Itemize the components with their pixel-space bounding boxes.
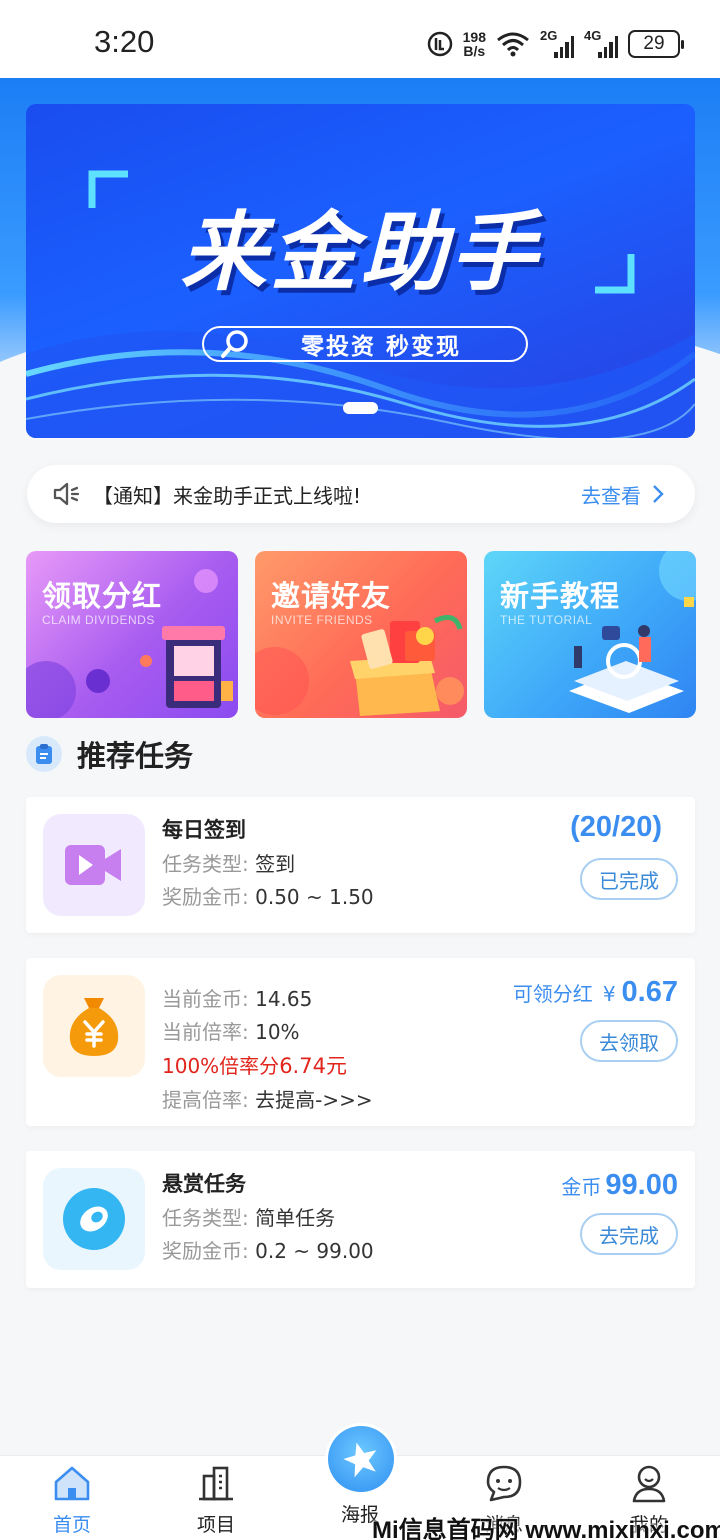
current-coins-value: 14.65 [255,987,313,1011]
banner-slogan-box: 零投资 秒变现 [202,326,528,362]
status-time: 3:20 [94,24,155,59]
current-rate-value: 10% [255,1020,300,1044]
current-rate-label: 当前倍率: [162,1020,249,1044]
speaker-icon [53,482,80,506]
task-name: 每日签到 [162,818,246,842]
carousel-indicator[interactable] [343,402,378,414]
tutorial-card[interactable]: 新手教程 THE TUTORIAL [484,551,696,718]
hero-banner[interactable]: 来金助手 零投资 秒变现 [26,104,695,438]
wifi-icon [497,32,529,57]
battery-icon: 29 [628,30,684,58]
notice-bar[interactable]: 【通知】来金助手正式上线啦! 去查看 [27,465,695,523]
bounty-coin-reward: 金币 99.00 [561,1169,678,1202]
tab-label: 项目 [196,1514,235,1536]
raise-rate-link[interactable]: 去提高->>> [255,1088,373,1112]
status-icons: 198 B/s 2G 4G 29 [427,24,684,64]
notice-view-link[interactable]: 去查看 [581,480,641,509]
task-icon [43,814,145,916]
daily-checkin-task-card[interactable]: 每日签到 任务类型: 签到 奖励金币: 0.50 ~ 1.50 (20/20) … [26,797,695,933]
chat-bubble-icon [486,1465,522,1502]
claimable-dividend-amount: 0.67 [621,976,678,1008]
task-reward-value: 0.2 ~ 99.00 [255,1239,374,1263]
claim-button[interactable]: 去领取 [580,1020,678,1062]
full-rate-promo: 100%倍率分6.74元 [162,1050,347,1080]
banner-title: 来金助手 [180,203,541,303]
signal-4g-icon: 4G [584,28,618,58]
tab-projects[interactable]: 项目 [171,1462,261,1537]
recommended-tasks-header: 推荐任务 [26,734,193,774]
banner-slogan: 零投资 秒变现 [300,334,461,360]
tab-label: 首页 [52,1514,91,1536]
task-reward-value: 0.50 ~ 1.50 [255,885,374,909]
completed-button[interactable]: 已完成 [580,858,678,900]
task-type-label: 任务类型: [162,852,249,876]
task-type-value: 简单任务 [255,1206,336,1230]
task-name: 悬赏任务 [162,1172,246,1196]
signal-2g-label: 2G [540,28,558,43]
dividend-task-card[interactable]: 当前金币: 14.65 当前倍率: 10% 100%倍率分6.74元 提高倍率:… [26,958,695,1126]
bounty-task-card[interactable]: 悬赏任务 任务类型: 简单任务 奖励金币: 0.2 ~ 99.00 金币 99.… [26,1151,695,1288]
task-reward-label: 奖励金币: [162,1239,249,1263]
network-speed-unit: B/s [463,43,486,59]
task-icon [43,975,145,1077]
signal-4g-label: 4G [584,28,602,43]
buildings-icon [199,1466,233,1501]
network-speed-value: 198 [462,29,486,45]
task-icon [43,1168,145,1270]
section-title: 推荐任务 [77,739,194,773]
task-reward-label: 奖励金币: [162,885,249,909]
signal-2g-icon: 2G [540,28,574,58]
money-bag-icon [69,998,119,1056]
eye-target-icon [63,1188,125,1250]
home-icon [54,1466,90,1501]
coin-label: 金币 [561,1175,602,1199]
search-icon [221,330,248,358]
site-watermark: Mi信息首码网 www.mixinxi.com [372,1517,720,1540]
feature-title: 领取分红 [42,579,163,613]
go-complete-button[interactable]: 去完成 [580,1213,678,1255]
battery-level: 29 [643,33,665,54]
feature-subtitle: CLAIM DIVIDENDS [42,613,155,627]
nfc-icon [427,31,452,57]
full-rate-amount: 6.74元 [279,1054,347,1078]
task-reward: 奖励金币: 0.2 ~ 99.00 [162,1235,374,1264]
claim-dividends-card[interactable]: 领取分红 CLAIM DIVIDENDS [26,551,238,718]
current-coins: 当前金币: 14.65 [162,983,312,1012]
current-rate: 当前倍率: 10% [162,1016,300,1045]
invite-friends-card[interactable]: 邀请好友 INVITE FRIENDS [255,551,467,718]
clipboard-icon [26,736,62,772]
task-type: 任务类型: 签到 [162,848,295,877]
task-reward: 奖励金币: 0.50 ~ 1.50 [162,881,374,910]
full-rate-prefix: 100%倍率分 [162,1054,280,1078]
task-type-value: 签到 [255,852,296,876]
currency-symbol: ¥ [602,982,616,1006]
coin-amount: 99.00 [605,1169,678,1201]
task-type-label: 任务类型: [162,1206,249,1230]
task-progress: (20/20) [570,811,662,843]
claimable-dividend: 可领分红 ¥ 0.67 [513,976,678,1009]
network-speed: 198 B/s [463,30,486,58]
feature-title: 邀请好友 [271,579,392,613]
raise-rate-label: 提高倍率: [162,1088,249,1112]
feature-subtitle: INVITE FRIENDS [271,613,373,627]
star-icon [343,1442,377,1478]
status-bar: 3:20 198 B/s 2G 4G 29 [0,0,720,78]
raise-rate[interactable]: 提高倍率: 去提高->>> [162,1084,373,1113]
feature-title: 新手教程 [500,579,621,613]
poster-button[interactable] [325,1423,397,1495]
video-camera-icon [65,845,121,885]
feature-subtitle: THE TUTORIAL [500,613,593,627]
tab-home[interactable]: 首页 [27,1462,117,1537]
chevron-right-icon[interactable] [647,483,669,505]
current-coins-label: 当前金币: [162,987,249,1011]
notice-text: 【通知】来金助手正式上线啦! [93,483,362,508]
claimable-dividend-label: 可领分红 [512,982,593,1006]
task-type: 任务类型: 简单任务 [162,1202,335,1231]
user-icon [632,1465,666,1503]
